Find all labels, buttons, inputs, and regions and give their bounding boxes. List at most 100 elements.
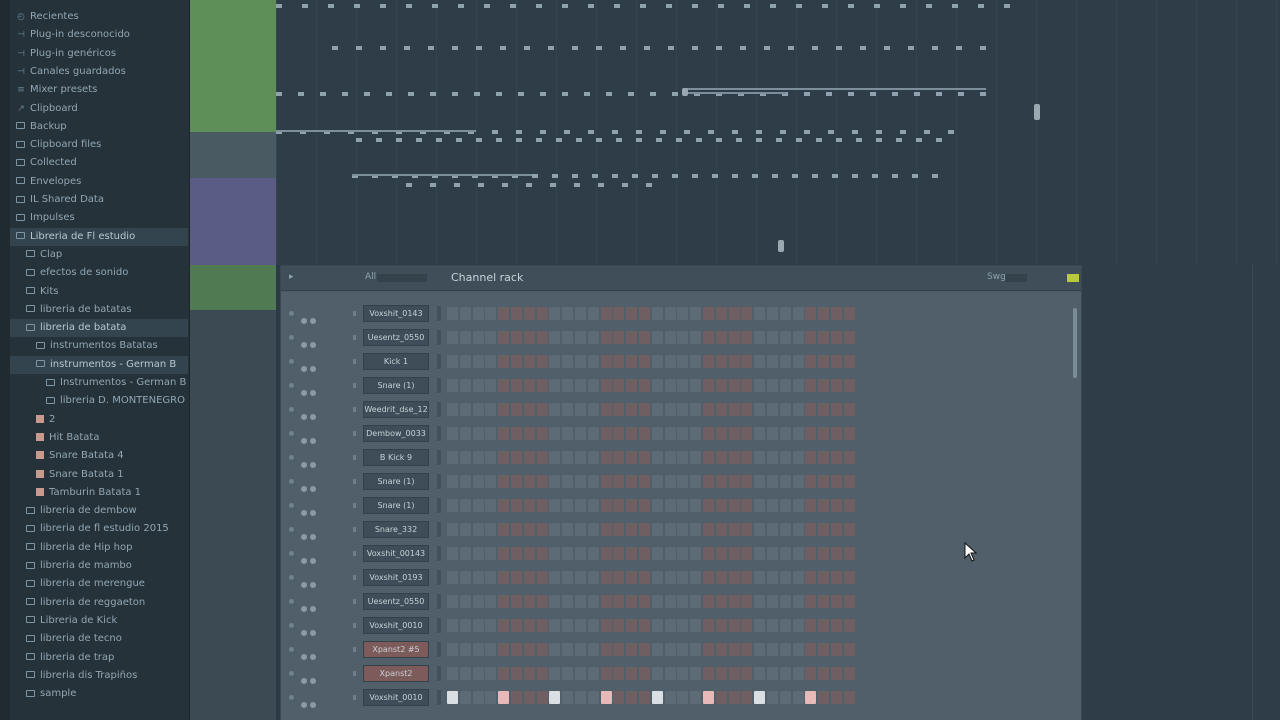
step-button[interactable] — [511, 691, 522, 704]
channel-mute-led[interactable] — [289, 359, 294, 364]
step-button[interactable] — [562, 379, 574, 392]
step-button[interactable] — [818, 427, 830, 440]
step-button[interactable] — [511, 523, 522, 536]
step-button[interactable] — [549, 619, 561, 632]
step-button[interactable] — [459, 643, 471, 656]
browser-item[interactable]: efectos de sonido — [10, 264, 188, 282]
step-button[interactable] — [792, 523, 804, 536]
step-button[interactable] — [485, 451, 497, 464]
channel-mute-led[interactable] — [289, 623, 294, 628]
step-button[interactable] — [626, 427, 638, 440]
step-button[interactable] — [523, 643, 535, 656]
step-button[interactable] — [843, 427, 855, 440]
step-button[interactable] — [767, 691, 778, 704]
step-button[interactable] — [485, 691, 497, 704]
step-button[interactable] — [523, 307, 535, 320]
step-button[interactable] — [677, 451, 689, 464]
step-button[interactable] — [639, 451, 650, 464]
step-button[interactable] — [447, 571, 458, 584]
step-button[interactable] — [587, 355, 599, 368]
step-button[interactable] — [792, 547, 804, 560]
step-button[interactable] — [690, 571, 702, 584]
step-button[interactable] — [639, 691, 650, 704]
step-button[interactable] — [472, 595, 484, 608]
channel-mute-led[interactable] — [289, 551, 294, 556]
step-button[interactable] — [818, 475, 830, 488]
step-button[interactable] — [703, 427, 714, 440]
step-button[interactable] — [818, 547, 830, 560]
step-button[interactable] — [639, 643, 650, 656]
channel-select[interactable] — [437, 306, 441, 321]
channel-target-indicator[interactable] — [353, 335, 356, 340]
step-button[interactable] — [575, 451, 586, 464]
step-button[interactable] — [664, 691, 676, 704]
step-button[interactable] — [754, 619, 766, 632]
step-button[interactable] — [523, 379, 535, 392]
step-button[interactable] — [511, 475, 522, 488]
browser-item[interactable]: libreria de batata — [10, 319, 188, 338]
channel-select[interactable] — [437, 546, 441, 561]
channel-target-indicator[interactable] — [353, 623, 356, 628]
step-button[interactable] — [562, 427, 574, 440]
step-button[interactable] — [690, 403, 702, 416]
step-button[interactable] — [523, 451, 535, 464]
step-button[interactable] — [792, 667, 804, 680]
step-button[interactable] — [587, 451, 599, 464]
step-button[interactable] — [626, 547, 638, 560]
step-button[interactable] — [575, 403, 586, 416]
step-button[interactable] — [767, 451, 778, 464]
step-button[interactable] — [818, 619, 830, 632]
channel-mute-led[interactable] — [289, 407, 294, 412]
step-button[interactable] — [779, 523, 791, 536]
step-button[interactable] — [831, 691, 842, 704]
step-button[interactable] — [792, 355, 804, 368]
step-button[interactable] — [626, 523, 638, 536]
step-button[interactable] — [587, 475, 599, 488]
step-button[interactable] — [843, 643, 855, 656]
step-button[interactable] — [805, 643, 817, 656]
channel-name-button[interactable]: Xpanst2 #5 — [363, 641, 429, 658]
channel-mute-led[interactable] — [289, 335, 294, 340]
step-button[interactable] — [715, 403, 727, 416]
step-button[interactable] — [728, 475, 740, 488]
step-button[interactable] — [626, 667, 638, 680]
playlist-area[interactable] — [276, 0, 1280, 265]
step-button[interactable] — [664, 475, 676, 488]
step-button[interactable] — [626, 499, 638, 512]
step-button[interactable] — [485, 355, 497, 368]
step-button[interactable] — [639, 427, 650, 440]
pan-knob[interactable] — [301, 390, 307, 396]
pan-knob[interactable] — [301, 414, 307, 420]
track-header-purple[interactable] — [190, 178, 276, 265]
step-button[interactable] — [575, 331, 586, 344]
step-button[interactable] — [587, 571, 599, 584]
step-button[interactable] — [639, 595, 650, 608]
step-button[interactable] — [511, 667, 522, 680]
channel-pan-vol-knobs[interactable] — [301, 501, 325, 516]
track-header-green-2[interactable] — [190, 265, 276, 310]
step-button[interactable] — [741, 691, 753, 704]
step-button[interactable] — [715, 691, 727, 704]
step-button[interactable] — [677, 619, 689, 632]
step-button[interactable] — [651, 427, 663, 440]
browser-item[interactable]: ⊣ Canales guardados — [10, 63, 188, 81]
step-button[interactable] — [767, 403, 778, 416]
step-button[interactable] — [459, 547, 471, 560]
browser-item[interactable]: Clap — [10, 246, 188, 264]
step-button[interactable] — [613, 451, 625, 464]
pan-knob[interactable] — [301, 342, 307, 348]
step-button[interactable] — [485, 667, 497, 680]
channel-name-button[interactable]: Snare (1) — [363, 377, 429, 394]
pan-knob[interactable] — [301, 486, 307, 492]
step-button[interactable] — [831, 571, 842, 584]
step-button[interactable] — [600, 427, 612, 440]
step-button[interactable] — [754, 499, 766, 512]
step-button[interactable] — [447, 619, 458, 632]
step-button[interactable] — [498, 307, 510, 320]
step-button[interactable] — [664, 355, 676, 368]
step-button[interactable] — [792, 379, 804, 392]
channel-filter-dropdown[interactable] — [377, 274, 427, 282]
step-button[interactable] — [472, 403, 484, 416]
step-button[interactable] — [626, 475, 638, 488]
step-button[interactable] — [485, 499, 497, 512]
